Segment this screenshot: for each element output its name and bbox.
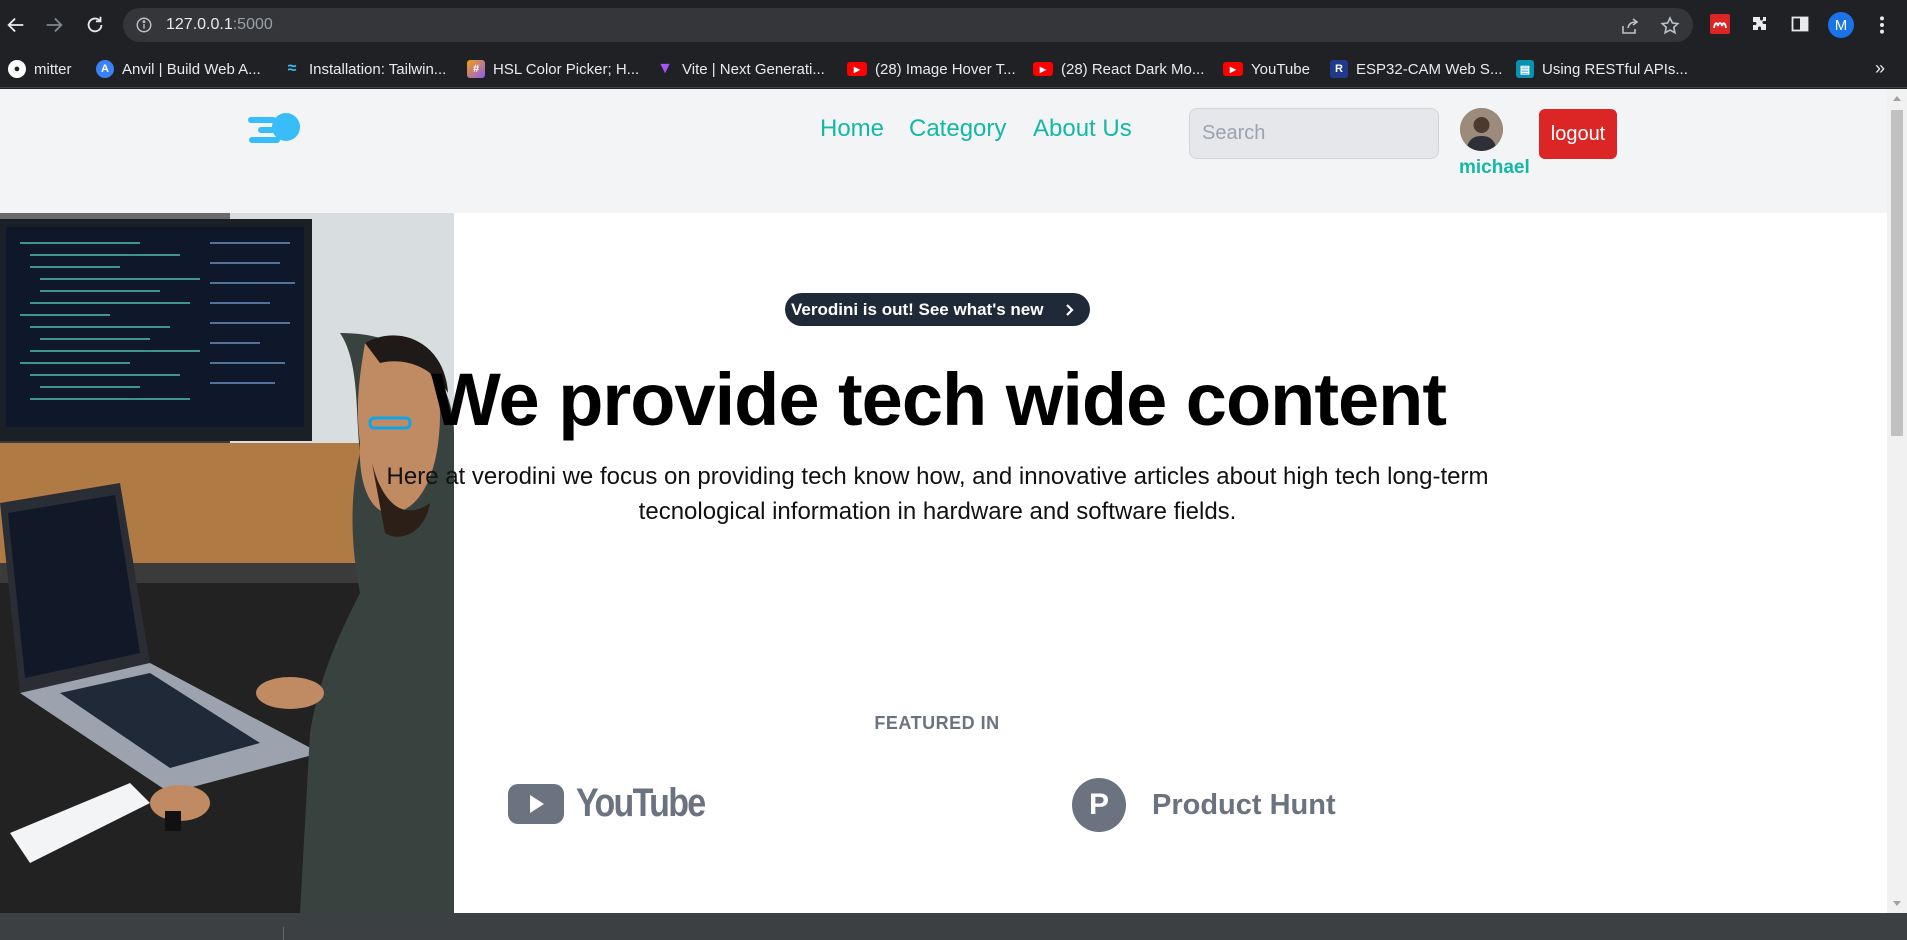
bookmark-favicon-icon: ▤ <box>1516 60 1534 78</box>
web-page: Home Category About Us michael logout <box>0 89 1887 913</box>
username-label: michael <box>1459 157 1530 178</box>
bookmark-star-icon[interactable] <box>1660 16 1680 36</box>
side-panel-icon[interactable] <box>1788 12 1812 36</box>
nav-about-link[interactable]: About Us <box>1033 115 1132 143</box>
status-strip <box>0 913 1907 940</box>
scroll-down-arrow-icon[interactable] <box>1893 901 1901 906</box>
bookmark-favicon-icon: R <box>1330 60 1348 78</box>
bookmark-item[interactable]: ▼ Vite | Next Generati... <box>656 58 825 80</box>
profile-avatar[interactable]: M <box>1828 12 1854 38</box>
kebab-menu-icon[interactable] <box>1870 13 1894 37</box>
youtube-favicon-icon: ▶ <box>1033 62 1053 76</box>
address-bar[interactable]: 127.0.0.1:5000 <box>123 8 1693 42</box>
browser-toolbar: 127.0.0.1:5000 M <box>0 0 1907 50</box>
site-logo-icon[interactable] <box>244 103 304 153</box>
share-icon[interactable] <box>1620 16 1640 36</box>
nav-home-link[interactable]: Home <box>820 115 884 143</box>
divider <box>283 927 284 940</box>
avatar[interactable] <box>1460 108 1503 151</box>
youtube-favicon-icon: ▶ <box>1223 62 1243 76</box>
logout-button[interactable]: logout <box>1539 109 1617 159</box>
extensions-puzzle-icon[interactable] <box>1748 12 1772 36</box>
back-icon[interactable] <box>4 13 28 37</box>
page-scrollbar[interactable] <box>1887 89 1907 913</box>
youtube-favicon-icon: ▶ <box>847 62 867 76</box>
bookmarks-bar: ● mitter A Anvil | Build Web A... ≈ Inst… <box>0 50 1907 88</box>
scroll-thumb[interactable] <box>1891 110 1903 436</box>
forward-icon[interactable] <box>42 13 66 37</box>
site-info-icon[interactable] <box>135 16 153 34</box>
hero-title: We provide tech wide content <box>430 358 1447 441</box>
hero-subtitle: Here at verodini we focus on providing t… <box>386 463 1489 525</box>
bookmark-item[interactable]: ▶ YouTube <box>1223 58 1310 80</box>
bookmark-favicon-icon: ● <box>8 60 26 78</box>
announcement-text: Verodini is out! See what's new <box>791 299 1044 319</box>
search-input[interactable] <box>1189 108 1439 159</box>
bookmark-favicon-icon: # <box>467 60 485 78</box>
youtube-logo: YouTube <box>508 781 727 826</box>
nav-category-link[interactable]: Category <box>909 115 1006 143</box>
bookmark-favicon-icon: ▼ <box>657 60 673 77</box>
bookmark-favicon-icon: ≈ <box>287 60 297 77</box>
producthunt-icon: P <box>1072 778 1126 832</box>
producthunt-logo: P Product Hunt <box>1072 778 1336 832</box>
bookmark-item[interactable]: ● mitter <box>8 58 72 80</box>
scroll-up-arrow-icon[interactable] <box>1893 96 1901 101</box>
chevron-right-icon <box>1065 303 1074 316</box>
announcement-pill[interactable]: Verodini is out! See what's new <box>785 293 1090 326</box>
reload-icon[interactable] <box>83 13 107 37</box>
bookmark-item[interactable]: ▤ Using RESTful APIs... <box>1516 58 1688 80</box>
bookmark-item[interactable]: ≈ Installation: Tailwin... <box>283 58 447 80</box>
url-text[interactable]: 127.0.0.1:5000 <box>166 16 273 34</box>
youtube-play-icon <box>508 783 564 824</box>
site-navbar: Home Category About Us michael logout <box>0 89 1887 213</box>
bookmark-item[interactable]: # HSL Color Picker; H... <box>467 58 639 80</box>
more-bookmarks-icon[interactable]: » <box>1875 58 1885 79</box>
youtube-wordmark: YouTube <box>576 781 706 825</box>
mendeley-extension-icon[interactable] <box>1708 12 1732 36</box>
bookmark-item[interactable]: R ESP32-CAM Web S... <box>1330 58 1502 80</box>
producthunt-wordmark: Product Hunt <box>1152 788 1336 821</box>
bookmark-item[interactable]: ▶ (28) Image Hover T... <box>847 58 1016 80</box>
hero-photo <box>0 213 454 913</box>
bookmark-item[interactable]: A Anvil | Build Web A... <box>96 58 261 80</box>
bookmark-item[interactable]: ▶ (28) React Dark Mo... <box>1033 58 1204 80</box>
bookmark-favicon-icon: A <box>96 60 114 78</box>
featured-heading: FEATURED IN <box>874 713 1000 733</box>
